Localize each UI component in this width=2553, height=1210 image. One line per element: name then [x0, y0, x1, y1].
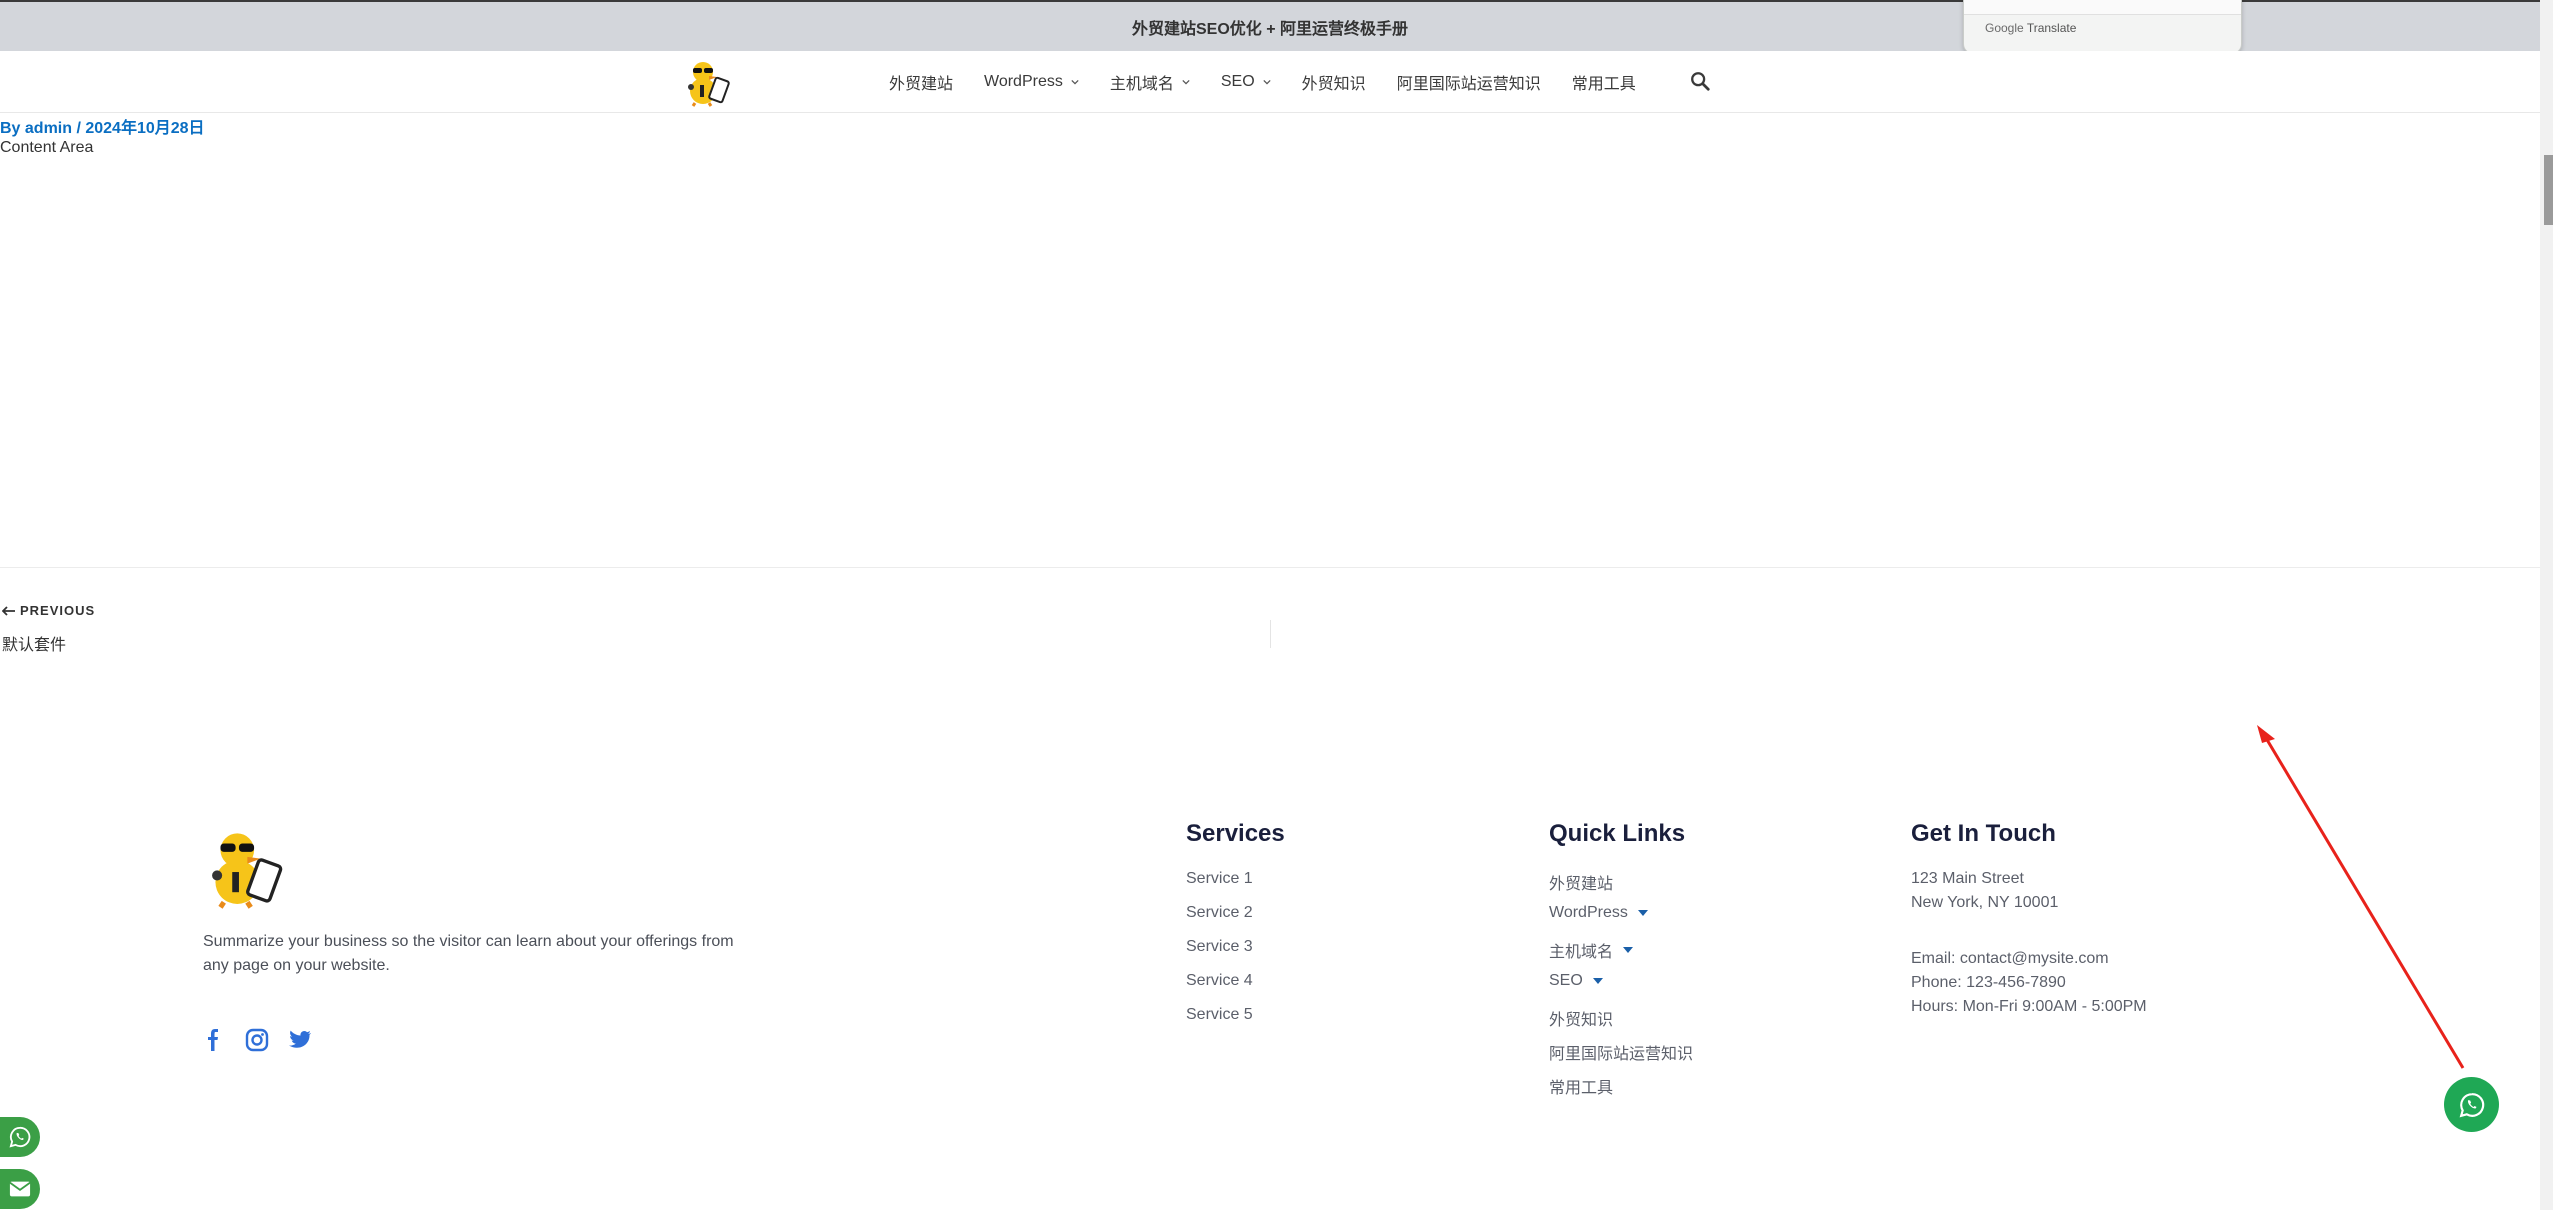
site-logo-icon[interactable] — [683, 57, 731, 107]
post-meta[interactable]: By admin / 2024年10月28日 — [0, 114, 205, 138]
nav-item-alibaba[interactable]: 阿里国际站运营知识 — [1397, 70, 1541, 94]
chevron-down-icon — [1182, 79, 1190, 84]
previous-label: PREVIOUS — [20, 603, 96, 618]
divider — [0, 567, 2540, 568]
google-translate-popup[interactable]: Google Translate — [1963, 0, 2242, 54]
quick-link[interactable]: 外贸知识 — [1549, 1006, 1613, 1030]
main-nav: 外贸建站 WordPress 主机域名 SEO 外贸知识 阿里国际站运营知识 常… — [889, 51, 1636, 112]
nav-label: 外贸建站 — [889, 75, 954, 93]
nav-label: 常用工具 — [1571, 75, 1636, 93]
mail-icon — [9, 1181, 31, 1197]
quick-link[interactable]: WordPress — [1549, 904, 1648, 922]
announcement-text[interactable]: 外贸建站SEO优化 + 阿里运营终极手册 — [1132, 15, 1408, 39]
quick-link-label: SEO — [1549, 972, 1583, 989]
quick-link[interactable]: SEO — [1549, 972, 1603, 990]
twitter-icon[interactable] — [288, 1028, 312, 1052]
caret-down-icon[interactable] — [1637, 910, 1648, 916]
get-in-touch-title: Get In Touch — [1911, 820, 2056, 847]
quick-links-title: Quick Links — [1549, 820, 1686, 847]
google-translate-label: Google Translate — [1985, 21, 2076, 35]
post-content: Content Area — [0, 139, 94, 156]
chevron-down-icon — [1071, 79, 1079, 84]
service-link[interactable]: Service 5 — [1186, 1006, 1253, 1024]
caret-down-icon[interactable] — [1623, 947, 1634, 953]
service-link[interactable]: Service 1 — [1186, 870, 1253, 888]
whatsapp-side-button[interactable] — [0, 1117, 40, 1157]
quick-link-label: 外贸建站 — [1549, 876, 1614, 893]
address-line-2: New York, NY 10001 — [1911, 894, 2059, 911]
post-nav-divider — [1270, 620, 1271, 648]
caret-down-icon[interactable] — [1592, 978, 1603, 984]
address-line-1: 123 Main Street — [1911, 870, 2024, 887]
previous-post-title[interactable]: 默认套件 — [2, 631, 66, 655]
nav-label: SEO — [1220, 72, 1255, 90]
contact-hours: Hours: Mon-Fri 9:00AM - 5:00PM — [1911, 998, 2147, 1015]
email-side-button[interactable] — [0, 1169, 40, 1209]
translate-brand: Google — [1985, 21, 2024, 35]
nav-item-wordpress[interactable]: WordPress — [984, 73, 1079, 91]
nav-label: 外贸知识 — [1301, 75, 1366, 93]
services-title: Services — [1186, 820, 1285, 847]
search-icon[interactable] — [1689, 70, 1711, 92]
whatsapp-icon — [9, 1126, 31, 1148]
arrow-left-icon — [2, 605, 15, 616]
whatsapp-icon — [2459, 1092, 2484, 1117]
previous-post-link[interactable]: PREVIOUS — [2, 603, 95, 618]
quick-link[interactable]: 阿里国际站运营知识 — [1549, 1040, 1693, 1064]
nav-item-waimao-jianzhan[interactable]: 外贸建站 — [889, 70, 953, 94]
nav-item-tools[interactable]: 常用工具 — [1572, 70, 1636, 94]
footer-logo-icon[interactable] — [203, 825, 285, 909]
scrollbar-thumb[interactable] — [2544, 155, 2553, 225]
service-link[interactable]: Service 3 — [1186, 938, 1253, 956]
whatsapp-float-button[interactable] — [2444, 1077, 2499, 1132]
quick-link-label: WordPress — [1549, 904, 1628, 921]
quick-link[interactable]: 外贸建站 — [1549, 870, 1613, 894]
contact-email[interactable]: Email: contact@mysite.com — [1911, 950, 2109, 968]
instagram-icon[interactable] — [245, 1028, 269, 1052]
nav-item-waimao-zhishi[interactable]: 外贸知识 — [1302, 70, 1366, 94]
chevron-down-icon — [1263, 79, 1271, 84]
translate-text: Translate — [2026, 21, 2077, 35]
nav-label: 主机域名 — [1109, 75, 1174, 93]
annotation-arrow-icon — [2257, 725, 2465, 1069]
service-link[interactable]: Service 2 — [1186, 904, 1253, 922]
quick-link-label: 外贸知识 — [1549, 1012, 1614, 1029]
nav-item-zhuji-yuming[interactable]: 主机域名 — [1110, 70, 1190, 94]
footer-description: Summarize your business so the visitor c… — [203, 933, 734, 974]
quick-link-label: 阿里国际站运营知识 — [1549, 1046, 1694, 1063]
nav-item-seo[interactable]: SEO — [1221, 73, 1271, 91]
quick-link-label: 常用工具 — [1549, 1080, 1614, 1097]
nav-label: WordPress — [984, 72, 1063, 90]
contact-phone[interactable]: Phone: 123-456-7890 — [1911, 974, 2066, 992]
quick-link[interactable]: 常用工具 — [1549, 1074, 1613, 1098]
quick-link[interactable]: 主机域名 — [1549, 938, 1634, 962]
translate-popup-header — [1964, 0, 2241, 15]
quick-link-label: 主机域名 — [1549, 944, 1614, 961]
nav-label: 阿里国际站运营知识 — [1396, 75, 1541, 93]
facebook-icon[interactable] — [201, 1028, 225, 1052]
service-link[interactable]: Service 4 — [1186, 972, 1253, 990]
